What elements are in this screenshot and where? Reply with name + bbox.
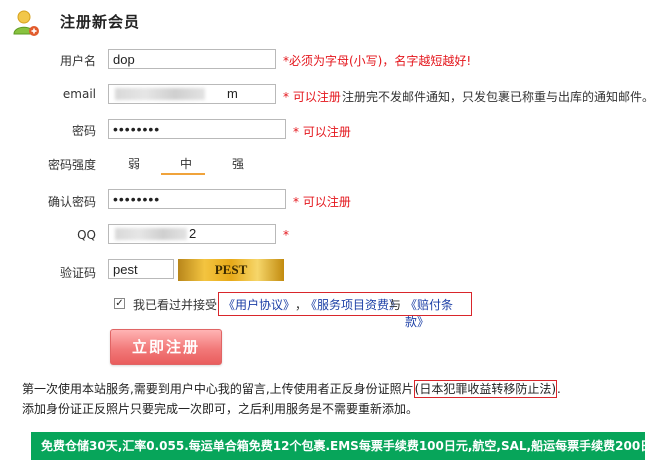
qq-value: 2 [189, 226, 197, 241]
notice-line-2: 添加身份证正反照片只要完成一次即可，之后利用服务是不需要重新添加。 [22, 402, 419, 416]
qq-label: QQ [77, 228, 96, 242]
password-label: 密码 [71, 124, 96, 138]
strength-strong: 强 [231, 157, 244, 171]
username-input[interactable] [108, 49, 276, 69]
agreement-links-box: 《用户协议》 ， 《服务项目资费》 与 《赔付条款》 [218, 292, 472, 329]
confirm-hint: * 可以注册 [293, 195, 351, 209]
qq-input[interactable]: 2 [108, 224, 276, 244]
law-reference: (日本犯罪收益转移防止法) [413, 380, 558, 398]
email-input[interactable]: m [108, 84, 276, 104]
captcha-image[interactable]: PEST [178, 259, 284, 281]
compensation-terms-link[interactable]: 《赔付条款》 [405, 296, 471, 330]
strength-medium: 中 [179, 157, 192, 171]
captcha-input[interactable] [108, 259, 174, 279]
email-status: * 可以注册 [283, 90, 341, 104]
notice-period: . [557, 382, 561, 396]
page-title: 注册新会员 [60, 13, 141, 31]
agreement-text: 我已看过并接受 [133, 298, 218, 312]
strength-weak: 弱 [127, 157, 140, 171]
qq-hint: * [283, 228, 289, 242]
promo-banner: 免费仓储30天,汇率0.055.每运单合箱免费12个包裹.EMS每票手续费100… [31, 432, 645, 460]
user-agreement-link[interactable]: 《用户协议》 [223, 296, 295, 313]
password-input[interactable]: •••••••• [108, 119, 286, 139]
cutoff-text [40, 462, 240, 469]
username-hint: *必须为字母(小写)，名字越短越好! [283, 54, 472, 68]
confirm-password-input[interactable]: •••••••• [108, 189, 286, 209]
confirm-label: 确认密码 [47, 195, 96, 209]
email-label: email [62, 87, 96, 101]
register-button[interactable]: 立即注册 [110, 329, 222, 365]
user-add-icon [12, 8, 40, 38]
password-hint: * 可以注册 [293, 125, 351, 139]
captcha-label: 验证码 [59, 266, 96, 280]
service-fees-link[interactable]: 《服务项目资费》 [305, 296, 401, 313]
email-hint: 注册完不发邮件通知，只发包裹已称重与出库的通知邮件。 [342, 90, 655, 104]
notice-text: 第一次使用本站服务,需要到用户中心我的留言,上传使用者正反身份证照片 [22, 382, 414, 396]
username-label: 用户名 [59, 54, 96, 68]
agreement-and: 与 [389, 298, 402, 312]
password-strength-meter: 弱中强 [108, 155, 264, 172]
strength-label: 密码强度 [47, 158, 96, 172]
strength-indicator [161, 173, 205, 175]
agreement-checkbox[interactable]: ✓ [114, 298, 125, 309]
notice-line-1: 第一次使用本站服务,需要到用户中心我的留言,上传使用者正反身份证照片(日本犯罪收… [22, 380, 642, 398]
email-value: m [227, 86, 238, 101]
